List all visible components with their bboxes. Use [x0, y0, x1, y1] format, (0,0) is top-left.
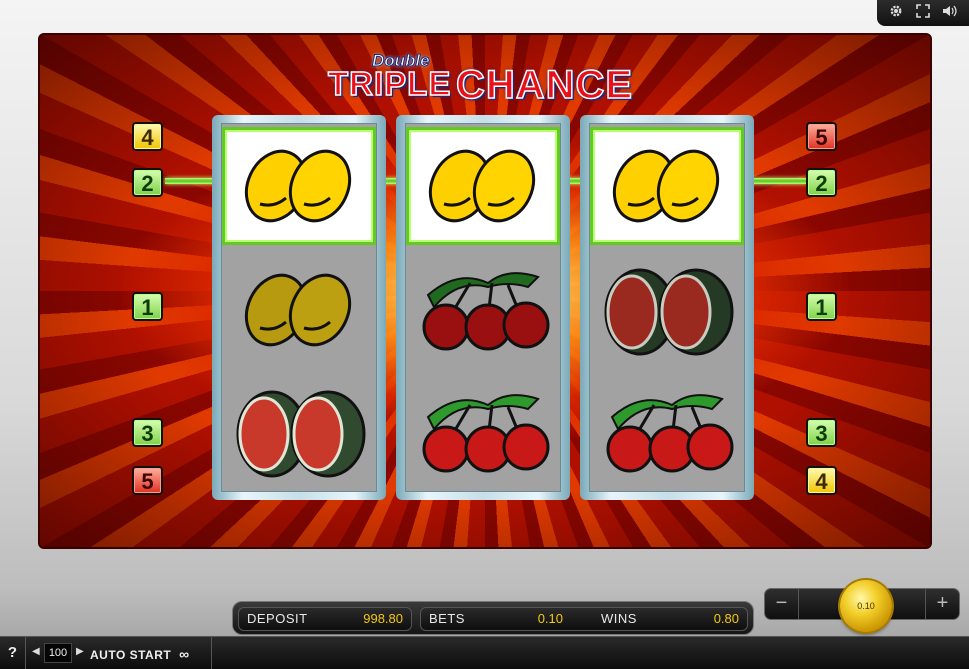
- payline-badge-left-4[interactable]: 4: [132, 122, 163, 151]
- gear-icon[interactable]: [887, 4, 905, 22]
- watermelon-icon: [222, 371, 376, 493]
- payline-badge-left-3[interactable]: 3: [132, 418, 163, 447]
- lemon-icon: [222, 249, 376, 371]
- autostart-label: AUTO START: [90, 648, 172, 662]
- payline-badge-right-2[interactable]: 2: [806, 168, 837, 197]
- autostart-decrease-icon[interactable]: ◀: [32, 646, 40, 657]
- payline-badge-left-2[interactable]: 2: [132, 168, 163, 197]
- payline-badge-right-3[interactable]: 3: [806, 418, 837, 447]
- game-logo: Double TRIPLE CHANCE: [327, 47, 658, 108]
- autostart-button[interactable]: AUTO START ∞: [90, 646, 190, 662]
- cherry-icon: [406, 249, 560, 371]
- speaker-icon[interactable]: [941, 4, 959, 22]
- payline-badge-right-5[interactable]: 5: [806, 122, 837, 151]
- logo-word-1: TRIPLE: [327, 64, 452, 103]
- bet-increase-button[interactable]: +: [925, 589, 959, 619]
- status-panel: DEPOSIT 998.80 BETS 0.10 WINS 0.80: [232, 601, 754, 635]
- reel-strip: [221, 123, 377, 492]
- start-coin-button[interactable]: 0.10: [840, 580, 892, 632]
- autostart-count: 100: [44, 643, 72, 663]
- reel-1: [212, 115, 386, 500]
- bets-value: 0.10: [537, 611, 563, 626]
- lemon-icon: [590, 127, 744, 245]
- reel-3: [580, 115, 754, 500]
- logo-word-2: CHANCE: [455, 62, 634, 108]
- autostart-increase-icon[interactable]: ▶: [76, 646, 84, 657]
- infinity-icon: ∞: [179, 646, 190, 662]
- reel-strip: [589, 123, 745, 492]
- lemon-icon: [406, 127, 560, 245]
- watermelon-icon: [590, 249, 744, 371]
- help-button[interactable]: ?: [0, 637, 26, 669]
- bottom-bar: ? ◀ 100 ▶ AUTO START ∞: [0, 636, 969, 669]
- lemon-icon: [222, 127, 376, 245]
- deposit-value: 998.80: [363, 611, 403, 626]
- payline-badge-left-1[interactable]: 1: [132, 292, 163, 321]
- bet-decrease-button[interactable]: −: [765, 589, 799, 619]
- bets-label: BETS: [429, 611, 465, 626]
- cherry-icon: [406, 371, 560, 493]
- deposit-field: DEPOSIT 998.80: [238, 607, 412, 631]
- wins-value: 0.80: [713, 611, 739, 626]
- payline-badge-left-5[interactable]: 5: [132, 466, 163, 495]
- autostart-control: ◀ 100 ▶ AUTO START ∞: [26, 637, 212, 669]
- bets-wins-field: BETS 0.10 WINS 0.80: [420, 607, 748, 631]
- payline-badge-right-4[interactable]: 4: [806, 466, 837, 495]
- payline-badge-right-1[interactable]: 1: [806, 292, 837, 321]
- wins-label: WINS: [601, 611, 637, 626]
- reel-strip: [405, 123, 561, 492]
- reel-2: [396, 115, 570, 500]
- cherry-icon: [590, 371, 744, 493]
- deposit-label: DEPOSIT: [247, 611, 308, 626]
- fullscreen-icon[interactable]: [914, 4, 932, 22]
- top-toolbar: [877, 0, 969, 26]
